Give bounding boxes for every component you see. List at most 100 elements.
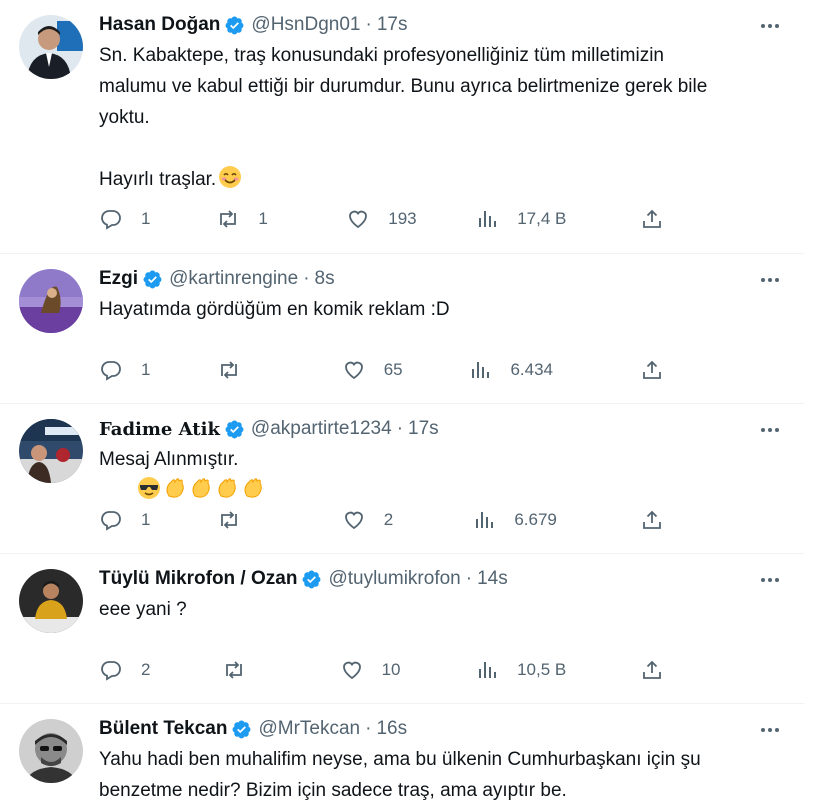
tweet-header: Fadime Atik @akpartirte1234 · 17s [99,416,788,442]
verified-badge-icon [143,270,162,288]
tweet-text: Sn. Kabaktepe, traş konusundaki profesyo… [99,40,788,195]
more-options-icon[interactable] [758,568,782,592]
heart-icon [344,361,363,380]
reply-count: 2 [141,660,151,679]
verified-badge-icon [233,720,251,738]
more-options-icon[interactable] [758,418,782,442]
verified-badge-icon [225,16,244,34]
like-button[interactable]: 10 [340,658,476,682]
heart-icon [349,210,368,229]
reply-button[interactable]: 1 [99,508,217,532]
heart-icon [344,511,363,530]
author-name[interactable]: Fadime Atik [99,419,220,440]
tweet[interactable]: Tüylü Mikrofon / Ozan @tuylumikrofon · 1… [0,554,804,704]
author-name[interactable]: Hasan Doğan [99,14,220,36]
avatar[interactable] [19,419,83,483]
author-handle[interactable]: @kartinrengine [169,268,298,290]
author-handle[interactable]: @MrTekcan [258,718,360,740]
reply-icon [101,661,121,681]
reply-count: 1 [141,209,151,228]
clapping-hands-emoji [244,478,262,498]
reply-button[interactable]: 1 [99,207,216,231]
views-button[interactable]: 10,5 B [475,658,640,682]
tweet[interactable]: Fadime Atik @akpartirte1234 · 17s Mesaj … [0,404,804,554]
tweet[interactable]: Ezgi @kartinrengine · 8s Hayatımda gördü… [0,254,804,404]
retweet-icon [221,361,237,379]
avatar[interactable] [19,719,83,783]
reply-count: 1 [141,510,151,529]
views-chart-icon [479,662,497,678]
clapping-hands-emoji [192,478,210,498]
tweet-feed: Hasan Doğan @HsnDgn01 · 17s Sn. Kabaktep… [0,0,804,807]
reply-button[interactable]: 1 [99,358,217,382]
avatar[interactable] [19,269,83,333]
share-button[interactable] [640,508,664,532]
separator-dot: · [465,568,473,589]
retweet-button[interactable] [217,508,342,532]
views-chart-icon [476,512,494,528]
tweet-header: Hasan Doğan @HsnDgn01 · 17s [99,12,788,38]
verified-badge-icon [302,570,321,588]
timestamp[interactable]: 17s [408,418,439,440]
timestamp[interactable]: 17s [377,14,408,36]
retweet-icon [220,210,237,228]
views-button[interactable]: 6.679 [472,508,640,532]
tweet[interactable]: Bülent Tekcan @MrTekcan · 16s Yahu hadi … [0,704,804,807]
clapping-hands-emoji [166,478,184,498]
view-count: 17,4 B [517,209,567,228]
avatar[interactable] [19,15,83,79]
tweet-text: Mesaj Alınmıştır. [99,444,788,506]
timestamp[interactable]: 16s [376,718,407,740]
reply-icon [101,210,121,230]
retweet-count: 1 [258,209,268,228]
share-icon [643,209,661,228]
author-handle[interactable]: @tuylumikrofon [328,568,460,590]
tweet-actions: 1 1 193 17,4 B [99,207,664,231]
clapping-hands-emoji [218,478,236,498]
author-name[interactable]: Bülent Tekcan [99,718,227,740]
like-count: 193 [388,209,417,228]
reply-icon [101,511,121,531]
separator-dot: · [303,268,310,289]
heart-icon [342,661,361,680]
tweet-header: Tüylü Mikrofon / Ozan @tuylumikrofon · 1… [99,566,788,592]
more-options-icon[interactable] [758,718,782,742]
separator-dot: · [365,718,372,739]
more-options-icon[interactable] [758,14,782,38]
tweet-text-content: Mesaj Alınmıştır. [99,449,239,470]
share-icon [643,660,661,679]
retweet-icon [221,511,237,529]
reply-button[interactable]: 2 [99,658,222,682]
views-button[interactable]: 6.434 [468,358,640,382]
view-count: 10,5 B [517,660,567,679]
share-button[interactable] [640,658,664,682]
like-button[interactable]: 193 [346,207,475,231]
like-button[interactable]: 2 [342,508,473,532]
author-name[interactable]: Tüylü Mikrofon / Ozan [99,568,297,590]
share-button[interactable] [640,207,664,231]
share-button[interactable] [640,358,664,382]
view-count: 6.434 [510,360,553,379]
retweet-icon [225,661,242,679]
sunglasses-emoji [137,477,160,499]
tweet-header: Ezgi @kartinrengine · 8s [99,266,788,292]
retweet-button[interactable] [222,658,340,682]
author-handle[interactable]: @akpartirte1234 [251,418,392,440]
reply-icon [101,361,121,381]
share-icon [643,360,661,379]
author-handle[interactable]: @HsnDgn01 [251,14,360,36]
like-count: 10 [381,660,401,679]
tweet-actions: 1 65 6.434 [99,358,664,382]
avatar[interactable] [19,569,83,633]
retweet-button[interactable] [217,358,342,382]
retweet-button[interactable]: 1 [216,207,346,231]
more-options-icon[interactable] [758,268,782,292]
views-button[interactable]: 17,4 B [475,207,640,231]
tweet-header: Bülent Tekcan @MrTekcan · 16s [99,716,788,742]
timestamp[interactable]: 8s [315,268,335,290]
like-button[interactable]: 65 [342,358,469,382]
like-count: 65 [383,360,403,379]
timestamp[interactable]: 14s [477,568,508,590]
author-name[interactable]: Ezgi [99,268,138,290]
tweet[interactable]: Hasan Doğan @HsnDgn01 · 17s Sn. Kabaktep… [0,0,804,254]
